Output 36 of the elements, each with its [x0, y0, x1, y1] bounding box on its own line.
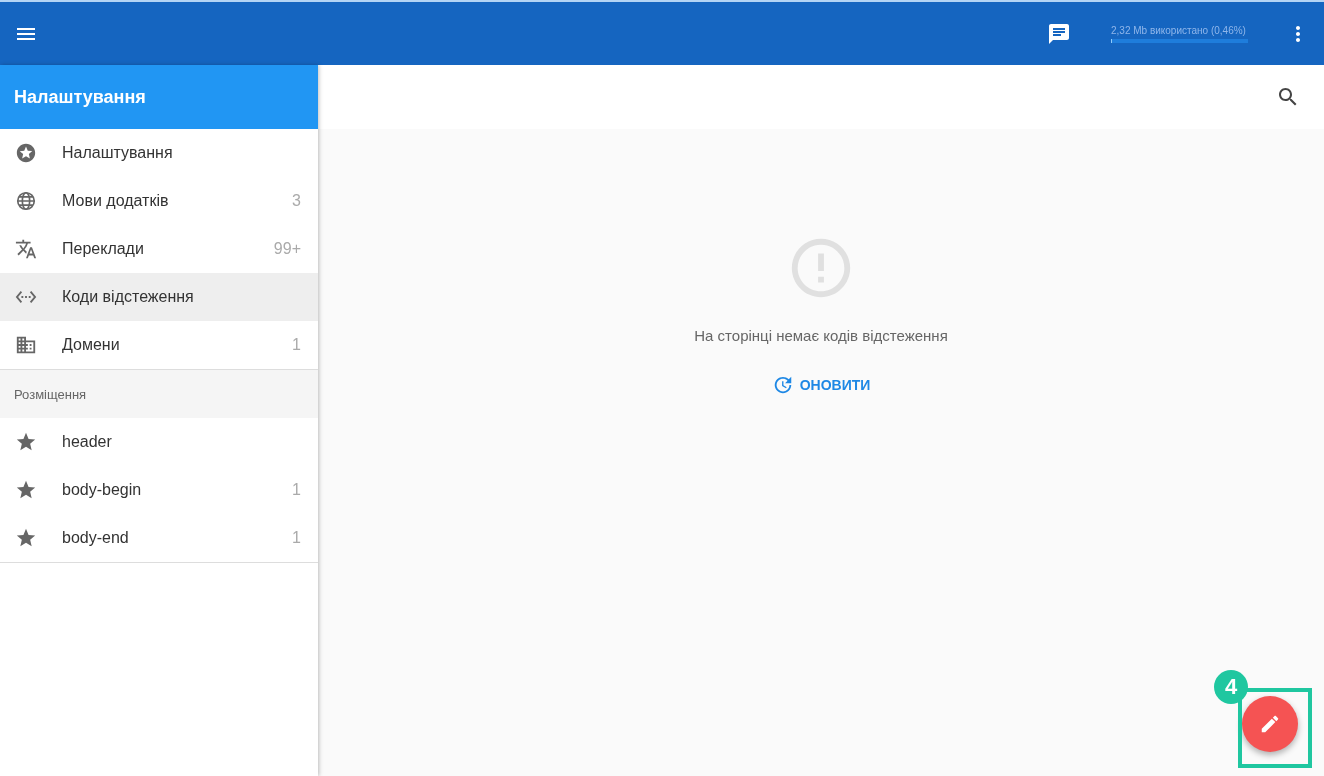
sidebar-item-label: body-end	[62, 529, 130, 547]
sidebar-item-label: header	[62, 433, 113, 451]
sidebar-item[interactable]: body-begin 1	[0, 466, 318, 514]
item-count: 3	[292, 192, 301, 210]
refresh-button[interactable]: ОНОВИТИ	[763, 368, 879, 402]
chat-icon[interactable]	[1047, 21, 1071, 46]
step-number-badge: 4	[1214, 670, 1248, 704]
item-count: 1	[292, 336, 301, 354]
sidebar-item-label: Переклади	[62, 240, 145, 258]
globe-icon	[15, 190, 37, 212]
item-count: 99+	[273, 240, 301, 258]
sidebar-title: Налаштування	[0, 65, 318, 129]
item-count: 1	[292, 529, 301, 547]
sidebar-item[interactable]: Коди відстеження	[0, 273, 318, 321]
sidebar-item[interactable]: Налаштування	[0, 129, 318, 177]
building-icon	[15, 334, 37, 356]
sidebar-item-label: body-begin	[62, 481, 143, 499]
edit-fab[interactable]	[1242, 696, 1298, 752]
item-count: 1	[292, 481, 301, 499]
pencil-icon	[1259, 713, 1281, 735]
sidebar-item-label: Коди відстеження	[62, 288, 195, 306]
empty-state-message: На сторінці немає кодів відстеження	[694, 327, 948, 344]
star-icon	[15, 431, 37, 453]
sidebar-item[interactable]: header	[0, 418, 318, 466]
sidebar-item-label: Налаштування	[62, 144, 174, 162]
sidebar-item[interactable]: Мови додатків 3	[0, 177, 318, 225]
star-icon	[15, 479, 37, 501]
storage-usage-text: 2,32 Mb використано (0,46%)	[1111, 24, 1247, 36]
sidebar-item-label: Мови додатків	[62, 192, 170, 210]
sidebar-item[interactable]: Переклади 99+	[0, 225, 318, 273]
sidebar-item[interactable]: Домени 1	[0, 321, 318, 369]
sidebar-item-label: Домени	[62, 336, 121, 354]
translate-icon	[15, 238, 37, 260]
star-icon	[15, 527, 37, 549]
section-header: Розміщення	[0, 369, 318, 418]
sidebar-item[interactable]: body-end 1	[0, 514, 318, 562]
